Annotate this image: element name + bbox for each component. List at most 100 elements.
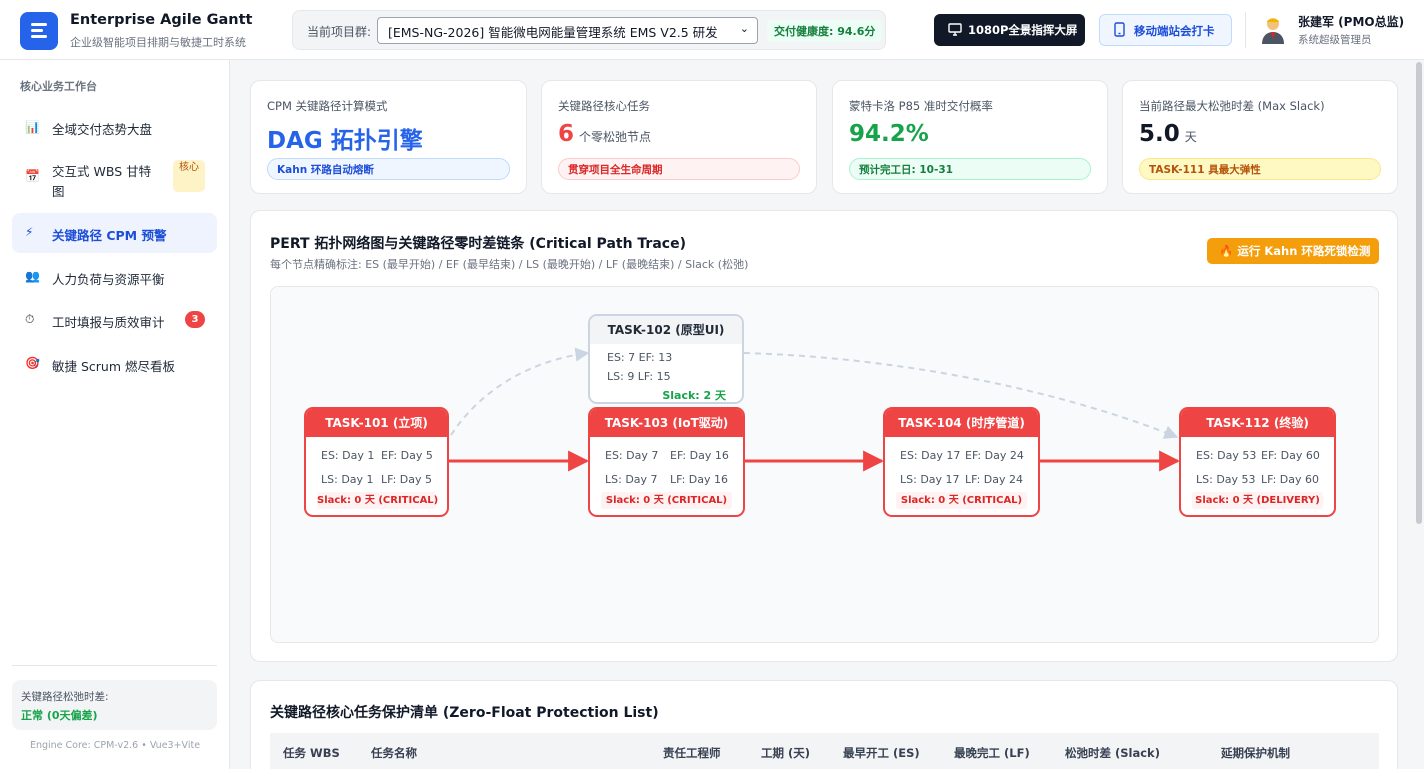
- node-ef: EF: Day 5: [381, 449, 433, 462]
- card-title: CPM 关键路径计算模式: [267, 99, 388, 113]
- stat-card-cpm-mode: CPM 关键路径计算模式 DAG 拓扑引擎 Kahn 环路自动熔断: [250, 80, 527, 194]
- sidebar-item-scrum[interactable]: 🎯 敏捷 Scrum 燃尽看板: [12, 344, 217, 384]
- node-slack: Slack: 0 天 (CRITICAL): [317, 492, 438, 509]
- lightning-icon: ⚡: [25, 225, 34, 239]
- node-slack: Slack: 0 天 (DELIVERY): [1192, 492, 1323, 509]
- node-lf: LF: Day 24: [965, 473, 1024, 486]
- node-ls: LS: Day 17: [900, 473, 960, 486]
- pert-panel: PERT 拓扑网络图与关键路径零时差链条 (Critical Path Trac…: [250, 210, 1398, 662]
- run-kahn-label: 运行 Kahn 环路死锁检测: [1237, 244, 1371, 258]
- node-lf: LF: Day 60: [1261, 473, 1320, 486]
- node-title: TASK-102 (原型UI): [590, 316, 742, 344]
- big-screen-button[interactable]: 1080P全景指挥大屏: [934, 14, 1085, 46]
- user-avatar[interactable]: [1260, 16, 1286, 44]
- users-icon: 👥: [25, 269, 40, 283]
- pert-canvas: TASK-101 (立项) ES: Day 1 EF: Day 5 LS: Day…: [270, 286, 1379, 643]
- stat-card-critical-tasks: 关键路径核心任务 6 个零松弛节点 贯穿项目全生命周期: [541, 80, 817, 194]
- node-ls: LS: Day 53: [1196, 473, 1256, 486]
- card-unit: 天: [1184, 130, 1197, 144]
- card-value: 94.2%: [849, 121, 929, 147]
- sidebar-item-timesheet[interactable]: ⏱ 工时填报与质效审计 3: [12, 300, 217, 340]
- big-screen-label: 1080P全景指挥大屏: [968, 23, 1078, 37]
- project-group-selector: 当前项目群: [EMS-NG-2026] 智能微电网能量管理系统 EMS V2.…: [292, 10, 886, 50]
- brand-title: Enterprise Agile Gantt: [70, 12, 253, 28]
- top-header: Enterprise Agile Gantt 企业级智能项目排期与敏捷工时系统 …: [0, 0, 1424, 60]
- user-name: 张建军 (PMO总监): [1298, 15, 1405, 29]
- pert-node-task-104[interactable]: TASK-104 (时序管道) ES: Day 17 EF: Day 24 LS:…: [883, 407, 1040, 517]
- column-header: 责任工程师: [663, 746, 721, 760]
- sidebar-item-wbs-gantt[interactable]: 📅 交互式 WBS 甘特 图 核心: [12, 153, 217, 199]
- sidebar-item-label: 人力负荷与资源平衡: [52, 272, 165, 287]
- slack-status-box: 关键路径松弛时差: 正常 (0天偏差): [12, 680, 217, 730]
- node-title: TASK-112 (终验): [1181, 409, 1334, 437]
- card-value: 6: [558, 121, 575, 147]
- node-es: ES: Day 7: [605, 449, 659, 462]
- card-title: 关键路径核心任务: [558, 99, 650, 113]
- node-es: ES: Day 53: [1196, 449, 1257, 462]
- mobile-checkin-button[interactable]: 移动端站会打卡: [1099, 14, 1232, 46]
- sidebar-item-label-line2: 图: [52, 184, 65, 199]
- column-header: 最早开工 (ES): [843, 746, 920, 760]
- stat-card-max-slack: 当前路径最大松弛时差 (Max Slack) 5.0 天 TASK-111 具最大…: [1122, 80, 1398, 194]
- sidebar: 核心业务工作台 📊 全域交付态势大盘 📅 交互式 WBS 甘特 图 核心 ⚡ 关…: [0, 60, 230, 769]
- brand-subtitle: 企业级智能项目排期与敏捷工时系统: [70, 36, 246, 49]
- sidebar-item-label: 敏捷 Scrum 燃尽看板: [52, 359, 175, 374]
- node-es: ES: Day 1: [321, 449, 375, 462]
- pert-node-task-112[interactable]: TASK-112 (终验) ES: Day 53 EF: Day 60 LS: D…: [1179, 407, 1336, 517]
- stopwatch-icon: ⏱: [25, 312, 35, 326]
- column-header: 松弛时差 (Slack): [1065, 746, 1160, 760]
- page-scrollbar[interactable]: [1416, 62, 1422, 524]
- column-header: 延期保护机制: [1221, 746, 1290, 760]
- card-title: 蒙特卡洛 P85 准时交付概率: [849, 99, 993, 113]
- pert-node-task-103[interactable]: TASK-103 (IoT驱动) ES: Day 7 EF: Day 16 LS:…: [588, 407, 745, 517]
- node-es-ef: ES: 7 EF: 13: [607, 351, 673, 364]
- node-ef: EF: Day 16: [670, 449, 729, 462]
- node-ls-lf: LS: 9 LF: 15: [607, 370, 671, 383]
- sidebar-item-resource[interactable]: 👥 人力负荷与资源平衡: [12, 257, 217, 297]
- sidebar-item-cpm[interactable]: ⚡ 关键路径 CPM 预警: [12, 213, 217, 253]
- engine-version: Engine Core: CPM-v2.6 • Vue3+Vite: [29, 740, 201, 751]
- node-title: TASK-104 (时序管道): [885, 409, 1038, 437]
- column-header: 任务 WBS: [283, 746, 340, 760]
- logo-icon: [20, 12, 58, 50]
- slack-status-value: 正常 (0天偏差): [21, 709, 98, 722]
- sidebar-section-title: 核心业务工作台: [20, 80, 97, 93]
- card-title: 当前路径最大松弛时差 (Max Slack): [1139, 99, 1325, 113]
- target-icon: 🎯: [25, 356, 40, 370]
- sidebar-item-label: 工时填报与质效审计: [52, 315, 165, 330]
- node-title: TASK-103 (IoT驱动): [590, 409, 743, 437]
- run-kahn-button[interactable]: 🔥 运行 Kahn 环路死锁检测: [1207, 238, 1379, 264]
- sidebar-item-label: 交互式 WBS 甘特: [52, 164, 152, 179]
- health-badge: 交付健康度: 94.6分: [767, 20, 883, 42]
- chevron-down-icon: ⌄: [739, 22, 749, 35]
- card-pill: TASK-111 具最大弹性: [1139, 158, 1381, 180]
- table-header: 任务 WBS 任务名称 责任工程师 工期 (天) 最早开工 (ES) 最晚完工 …: [270, 733, 1379, 769]
- node-slack: Slack: 0 天 (CRITICAL): [896, 492, 1027, 509]
- node-ef: EF: Day 24: [965, 449, 1024, 462]
- project-group-label: 当前项目群:: [307, 25, 372, 39]
- node-ls: LS: Day 7: [605, 473, 658, 486]
- mobile-checkin-label: 移动端站会打卡: [1134, 24, 1215, 38]
- dashed-edge: [450, 347, 590, 436]
- phone-icon: [1114, 22, 1125, 37]
- card-value: DAG 拓扑引擎: [267, 128, 423, 154]
- pert-node-task-101[interactable]: TASK-101 (立项) ES: Day 1 EF: Day 5 LS: Day…: [304, 407, 449, 517]
- node-lf: LF: Day 16: [670, 473, 729, 486]
- calendar-icon: 📅: [25, 169, 40, 183]
- node-slack: Slack: 2 天: [662, 389, 726, 402]
- protection-list-title: 关键路径核心任务保护清单 (Zero-Float Protection List…: [270, 705, 659, 721]
- project-select[interactable]: [EMS-NG-2026] 智能微电网能量管理系统 EMS V2.5 研发 ⌄: [377, 17, 758, 44]
- node-lf: LF: Day 5: [381, 473, 433, 486]
- sidebar-item-dashboard[interactable]: 📊 全域交付态势大盘: [12, 105, 217, 149]
- card-pill: Kahn 环路自动熔断: [267, 158, 510, 180]
- pert-node-task-102[interactable]: TASK-102 (原型UI) ES: 7 EF: 13 LS: 9 LF: 1…: [588, 314, 744, 404]
- protection-list-panel: 关键路径核心任务保护清单 (Zero-Float Protection List…: [250, 680, 1398, 769]
- header-divider: [1245, 12, 1246, 48]
- core-tag: 核心: [173, 160, 205, 192]
- sidebar-item-label: 关键路径 CPM 预警: [52, 228, 167, 243]
- node-title: TASK-101 (立项): [306, 409, 447, 437]
- card-pill: 预计完工日: 10-31: [849, 158, 1091, 180]
- project-select-value: [EMS-NG-2026] 智能微电网能量管理系统 EMS V2.5 研发: [388, 25, 718, 40]
- flame-icon: 🔥: [1219, 244, 1238, 258]
- chart-icon: 📊: [25, 120, 40, 134]
